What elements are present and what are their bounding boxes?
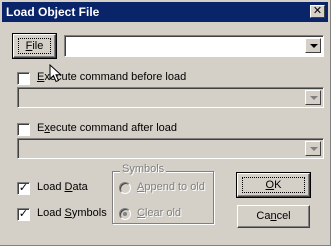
- append-to-old-radio[interactable]: [119, 182, 131, 194]
- load-data-checkbox[interactable]: ✓: [17, 182, 30, 195]
- clear-old-label: Clear old: [137, 207, 182, 219]
- cancel-button-label: Cancel: [256, 210, 291, 222]
- checkmark-icon: ✓: [18, 208, 29, 220]
- title-bar[interactable]: Load Object File ✕: [2, 2, 328, 22]
- load-data-label: Load Data: [37, 181, 88, 193]
- file-button-label: File: [25, 40, 44, 52]
- load-symbols-label: Load Symbols: [37, 207, 107, 219]
- chevron-down-icon: [310, 96, 318, 100]
- close-icon: ✕: [312, 5, 323, 17]
- close-button[interactable]: ✕: [310, 5, 325, 18]
- ok-button-label: OK: [265, 179, 282, 191]
- checkmark-icon: ✓: [18, 182, 29, 194]
- before-load-dropdown-button[interactable]: [305, 90, 321, 105]
- before-load-command-combo[interactable]: [17, 87, 324, 108]
- execute-after-load-label: Execute command after load: [37, 122, 178, 134]
- symbols-group-title: Symbols: [120, 163, 167, 175]
- file-button[interactable]: File: [12, 33, 57, 59]
- clear-old-radio[interactable]: [119, 208, 131, 220]
- execute-after-load-checkbox[interactable]: [17, 123, 30, 136]
- file-path-combo[interactable]: [64, 35, 324, 57]
- append-to-old-label: Append to old: [137, 181, 205, 193]
- ok-button[interactable]: OK: [236, 172, 311, 198]
- after-load-dropdown-button[interactable]: [305, 141, 321, 156]
- chevron-down-icon: [310, 44, 318, 48]
- after-load-command-combo[interactable]: [17, 138, 324, 159]
- dialog-title: Load Object File: [6, 5, 100, 19]
- mouse-cursor-icon: [49, 64, 63, 83]
- load-object-file-dialog: Load Object File ✕ File Execute command …: [0, 0, 331, 246]
- chevron-down-icon: [310, 147, 318, 151]
- load-symbols-checkbox[interactable]: ✓: [17, 208, 30, 221]
- execute-before-load-checkbox[interactable]: [17, 72, 30, 85]
- file-path-dropdown-button[interactable]: [305, 38, 321, 53]
- cancel-button[interactable]: Cancel: [237, 205, 310, 228]
